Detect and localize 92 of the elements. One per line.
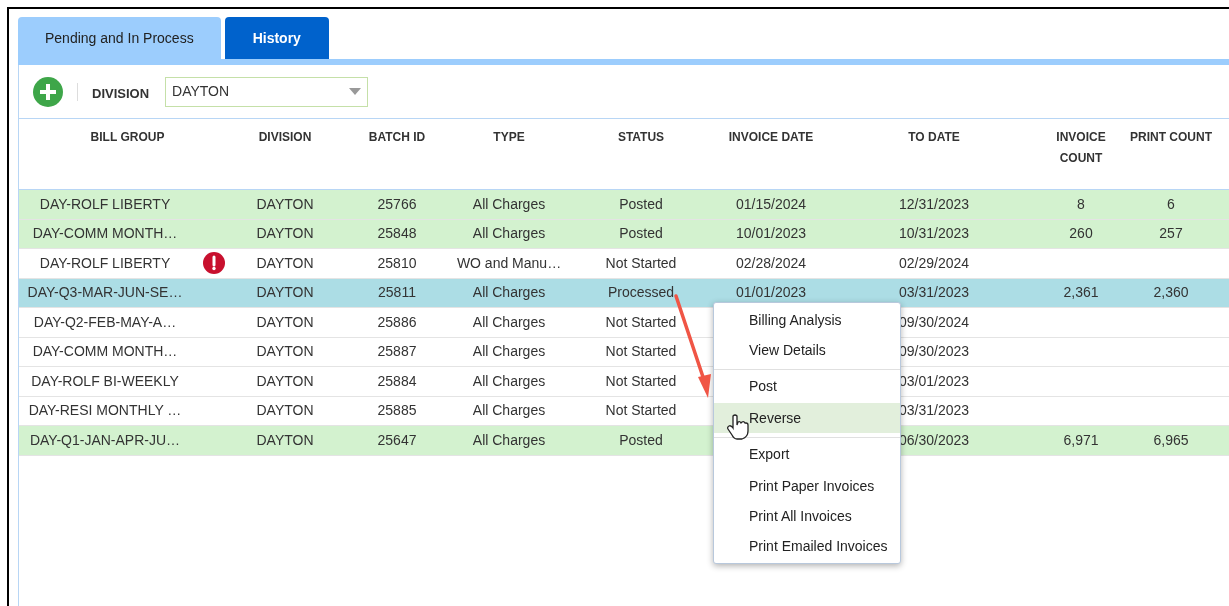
table-row[interactable]: DAY-Q3-MAR-JUN-SE… DAYTON 25811 All Charges Processed 01/01/2023 03/31/2023 2,361 2,360 <box>19 278 1229 308</box>
table-cell-text: 09/30/2023 <box>898 342 970 362</box>
table-cell-text: DAYTON <box>256 430 314 450</box>
division-dropdown[interactable]: DAYTON <box>165 76 369 107</box>
table-cell-text: 03/01/2023 <box>898 371 970 391</box>
column-header: STATUS <box>617 129 665 146</box>
column-header: INVOICE COUNT <box>1055 129 1107 167</box>
column-header: DIVISION <box>258 129 312 146</box>
table-cell-text: Posted <box>619 224 663 244</box>
table-cell-text: 03/31/2023 <box>898 401 970 421</box>
table-cell-text: 02/29/2024 <box>898 253 970 273</box>
table-cell-text: 260 <box>1069 224 1093 244</box>
column-header: TYPE <box>493 129 525 146</box>
table-cell-text: DAY-RESI MONTHLY … <box>28 401 182 421</box>
table-cell-text: DAY-ROLF LIBERTY <box>39 253 171 273</box>
table-cell-text: DAYTON <box>256 194 314 214</box>
table-cell-text: Not Started <box>605 371 677 391</box>
table-row[interactable]: DAY-ROLF LIBERTY DAYTON 25766 All Charges Posted 01/15/2024 12/31/2023 8 6 <box>19 190 1229 220</box>
table-cell-text: 6,971 <box>1063 430 1099 450</box>
table-cell-text: Posted <box>619 430 663 450</box>
table-cell-text: DAYTON <box>256 253 314 273</box>
table-cell-text: DAYTON <box>256 401 314 421</box>
table-cell-text: 25647 <box>377 430 417 450</box>
table-cell-text: Not Started <box>605 312 677 332</box>
table-cell-text: 25848 <box>377 224 417 244</box>
column-header: BILL GROUP <box>89 129 166 146</box>
table-cell-text: 06/30/2023 <box>898 430 970 450</box>
table-cell-text: All Charges <box>472 312 546 332</box>
tab[interactable]: History <box>224 17 329 59</box>
table-cell-text: 8 <box>1077 194 1085 214</box>
table-cell-text: 03/31/2023 <box>898 283 970 303</box>
table-cell-text: All Charges <box>472 224 546 244</box>
menu-item[interactable]: View Details <box>714 335 900 365</box>
table-cell-text: DAYTON <box>256 371 314 391</box>
table-cell-text: DAY-ROLF BI-WEEKLY <box>31 371 179 391</box>
column-header: PRINT COUNT <box>1130 129 1212 146</box>
table-cell-text: 09/30/2024 <box>898 312 970 332</box>
table-cell-text: DAY-ROLF LIBERTY <box>39 194 171 214</box>
caret-icon <box>349 88 362 95</box>
tab[interactable]: Pending and In Process <box>18 17 221 59</box>
table-cell-text: 2,360 <box>1153 283 1189 303</box>
table-cell-text: 10/01/2023 <box>735 224 807 244</box>
division-label: DIVISION <box>92 84 150 103</box>
table-cell-text: Not Started <box>605 253 677 273</box>
table-cell-text: 01/01/2023 <box>735 283 807 303</box>
table-cell-text: 2,361 <box>1063 283 1099 303</box>
table-cell-text: 25885 <box>377 401 417 421</box>
table-cell-text: All Charges <box>472 430 546 450</box>
table-cell-text: 25884 <box>377 371 417 391</box>
hand-cursor-icon <box>727 414 749 440</box>
add-icon[interactable] <box>33 76 63 107</box>
table-cell-text: All Charges <box>472 194 546 214</box>
table-cell-text: 25886 <box>377 312 417 332</box>
table-cell-text: Not Started <box>605 342 677 362</box>
table-cell-text: 01/15/2024 <box>735 194 807 214</box>
table-cell-text: Processed <box>607 283 675 303</box>
table-cell-text: 25811 <box>378 283 416 303</box>
table-cell-text: DAYTON <box>256 312 314 332</box>
table-cell-text: DAY-Q2-FEB-MAY-A… <box>33 312 177 332</box>
table-cell-text: DAY-COMM MONTH… <box>32 224 178 244</box>
table-cell-text: Posted <box>619 194 663 214</box>
menu-item[interactable]: Reverse <box>714 403 900 433</box>
menu-item[interactable]: Billing Analysis <box>714 305 900 335</box>
menu-item[interactable]: Print All Invoices <box>714 501 900 531</box>
table-cell-text: 25766 <box>377 194 417 214</box>
table-cell-text: All Charges <box>472 283 546 303</box>
table-cell-text: 6,965 <box>1153 430 1189 450</box>
column-header: INVOICE DATE <box>728 129 814 146</box>
table-cell-text: All Charges <box>472 371 546 391</box>
table-cell-text: 02/28/2024 <box>735 253 807 273</box>
table-cell-text: All Charges <box>472 401 546 421</box>
menu-item[interactable]: Print Paper Invoices <box>714 471 900 501</box>
table-cell-text: 12/31/2023 <box>898 194 970 214</box>
table-cell-text: 25810 <box>377 253 417 273</box>
table-cell-text: 257 <box>1159 224 1183 244</box>
table-cell-text: DAYTON <box>256 342 314 362</box>
table-cell-text: DAYTON <box>256 224 314 244</box>
table-row[interactable]: DAY-COMM MONTH… DAYTON 25848 All Charges Posted 10/01/2023 10/31/2023 260 257 <box>19 219 1229 249</box>
table-cell-text: DAYTON <box>256 283 314 303</box>
table-cell-text: 25887 <box>377 342 417 362</box>
column-header: TO DATE <box>908 129 960 146</box>
table-cell-text: All Charges <box>472 342 546 362</box>
table-cell-text: 6 <box>1167 194 1175 214</box>
table-cell-text: DAY-Q1-JAN-APR-JU… <box>29 430 181 450</box>
column-header: BATCH ID <box>368 129 426 146</box>
menu-item[interactable]: Print Emailed Invoices <box>714 531 900 561</box>
table-cell-text: Not Started <box>605 401 677 421</box>
table-cell-text: 10/31/2023 <box>898 224 970 244</box>
table-cell-text: DAY-COMM MONTH… <box>32 342 178 362</box>
table-cell-text: WO and Manu… <box>456 253 562 273</box>
table-cell-text: DAY-Q3-MAR-JUN-SE… <box>27 283 183 303</box>
table-row[interactable]: DAY-ROLF LIBERTY DAYTON 25810 WO and Manu… Not Started 02/28/2024 02/29/2024 <box>19 249 1229 279</box>
